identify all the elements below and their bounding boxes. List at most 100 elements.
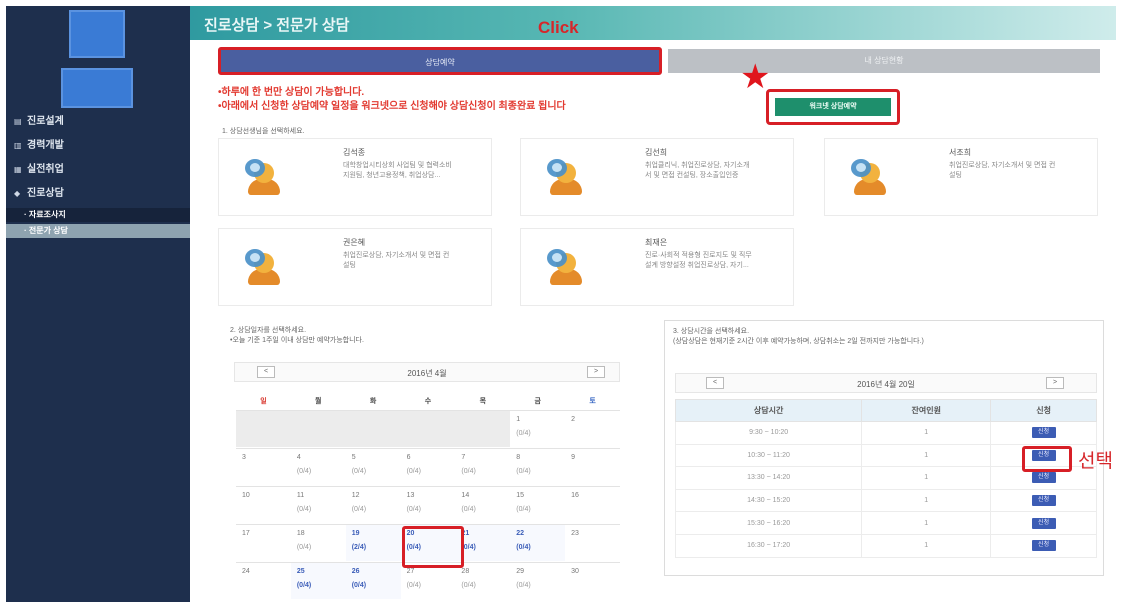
counselor-card[interactable]: 김석종 대학창업시티상회 사업팀 및 협력소비지원팀, 청년고용정책, 취업상담… [218,138,492,216]
day-number: 16 [571,492,579,499]
chart-icon: ▤ [14,117,22,126]
calendar-day-cell[interactable]: 30 [565,563,620,599]
calendar-month-title: 2016년 4월 [407,369,447,378]
day-number: 1 [516,416,521,423]
notice-once-per-day: •하루에 한 번만 상담이 가능합니다. [218,87,365,98]
calendar-day-cell[interactable]: 15 (0/4) [510,487,565,523]
calendar-day-cell[interactable]: 7 (0/4) [455,449,510,485]
counselor-card[interactable]: 권은혜 취업진로상담, 자기소개서 및 면접 컨설팅 [218,228,492,306]
monitor-logo-icon [61,10,133,108]
calendar-day-cell[interactable]: 11 (0/4) [291,487,346,523]
day-number: 29 [516,568,525,575]
day-number: 14 [461,492,470,499]
time-row: 15:30 ~ 16:20 1 신청 [674,511,1097,535]
day-slot-count: (0/4) [516,468,531,475]
counselor-name: 최재은 [645,238,668,247]
calendar-day-cell[interactable]: 8 (0/4) [510,449,565,485]
calendar-day-cell[interactable]: 6 (0/4) [401,449,456,485]
day-number: 19 [351,530,360,537]
sidebar-item-job-practice[interactable]: ▦ 실전취업 [6,158,190,182]
sidebar-item-career-development[interactable]: ▥ 경력개발 [6,134,190,158]
sidebar-item-career-design[interactable]: ▤ 진로설계 [6,110,190,134]
calendar-day-cell[interactable]: 23 [565,525,620,561]
calendar-day-cell[interactable]: 13 (0/4) [401,487,456,523]
apply-time-button[interactable]: 신청 [1031,472,1056,484]
weekday-label: 금 [534,398,541,405]
day-number: 25 [296,568,305,575]
day-number: 8 [516,454,521,461]
day-slot-count: (0/4) [296,506,312,513]
calendar-empty-cell [236,411,291,447]
calendar-day-cell[interactable]: 28 (0/4) [455,563,510,599]
col-header-apply: 신청 [990,399,1097,422]
step-time-title: 3. 상담시간을 선택하세요. [673,328,750,335]
tab-my-status[interactable]: 내 상담현황 [668,49,1100,73]
sidebar-item-career-counseling[interactable]: ◆ 진로상담 [6,182,190,206]
apply-time-button[interactable]: 신청 [1031,517,1056,529]
day-number: 11 [296,492,305,499]
day-slot-count: (0/4) [406,582,421,589]
apply-time-button[interactable]: 신청 [1031,427,1056,439]
counselor-desc: 대학창업시티상회 사업팀 및 협력소비지원팀, 청년고용정책, 취업상담... [343,162,452,179]
calendar-day-cell[interactable]: 24 [236,563,291,599]
calendar-day-cell[interactable]: 26 (0/4) [345,563,401,599]
counselor-desc: 취업진로상담, 자기소개서 및 면접 컨설팅 [343,252,450,269]
counselor-card[interactable]: 김선희 취업클리닉, 취업진로상담, 자기소개서 및 면접 컨설팅, 장소출입인… [520,138,794,216]
counselor-card[interactable]: 최재은 진로·사회적 적용형 진로지도 및 직무설계 방향설정 취업진로상담, … [520,228,794,306]
day-slot-count: (0/4) [406,506,421,513]
day-slot-count: (0/4) [296,544,312,551]
calendar-empty-cell [455,411,511,447]
calendar-empty-cell [400,411,456,447]
calendar-day-cell[interactable]: 14 (0/4) [455,487,510,523]
calendar-day-cell[interactable]: 2 [565,411,620,447]
calendar-day-cell[interactable]: 25 (0/4) [290,563,346,599]
time-next-button[interactable]: > [1046,377,1064,389]
day-number: 30 [571,568,579,575]
day-slot-count: (0/4) [351,468,367,475]
day-number: 15 [516,492,525,499]
step-date-title: 2. 상담일자를 선택하세요. [230,327,307,334]
sidebar: ▤ 진로설계 ▥ 경력개발 ▦ 실전취업 ◆ 진로상담 · 자료조사지 · 전문가 상담 [6,6,190,602]
calendar-day-cell[interactable]: 16 [565,487,620,523]
tab-reservation[interactable]: 상담예약 [218,47,662,75]
sidebar-subitem-survey[interactable]: · 자료조사지 [6,208,190,222]
sidebar-subitem-expert-counseling[interactable]: · 전문가 상담 [6,224,190,238]
calendar-week-row: 10 11 (0/4) 12 (0/4) 13 (0/4) 14 (0/4) 15 (0/4) 16 [236,486,620,522]
calendar-day-cell[interactable]: 5 (0/4) [346,449,401,485]
counselor-card[interactable]: 서조희 취업진로상담, 자기소개서 및 면접 컨설팅 [824,138,1098,216]
calendar-day-cell[interactable]: 10 [236,487,291,523]
calendar-day-cell[interactable]: 1 (0/4) [510,411,565,447]
calendar-next-button[interactable]: > [587,366,605,378]
calendar-day-cell[interactable]: 27 (0/4) [401,563,456,599]
calendar-day-cell[interactable]: 9 [565,449,620,485]
day-slot-count: (0/4) [516,506,531,513]
calendar-day-cell[interactable]: 18 (0/4) [291,525,346,561]
calendar-day-cell[interactable]: 12 (0/4) [346,487,401,523]
calendar-day-cell[interactable]: 29 (0/4) [510,563,565,599]
remaining-count: 1 [861,421,992,445]
apply-time-button[interactable]: 신청 [1031,495,1056,507]
remaining-count: 1 [861,511,992,535]
day-slot-count: (2/4) [351,544,367,551]
calendar-day-cell[interactable]: 4 (0/4) [291,449,346,485]
calendar-empty-cell [345,411,401,447]
col-header-time: 상담시간 [674,399,863,422]
calendar-day-cell[interactable]: 22 (0/4) [510,525,566,561]
calendar-day-cell[interactable]: 19 (2/4) [345,525,401,561]
counselor-avatar-icon [547,247,585,287]
sidebar-nav: ▤ 진로설계 ▥ 경력개발 ▦ 실전취업 ◆ 진로상담 · 자료조사지 · 전문가 상담 [6,110,190,238]
calendar-day-cell[interactable]: 3 [236,449,291,485]
remaining-count: 1 [861,488,992,513]
time-slot: 13:30 ~ 14:20 [674,466,863,490]
col-header-remaining: 잔여인원 [861,399,992,422]
day-number: 3 [242,454,246,461]
worknet-apply-button[interactable]: 워크넷 상담예약 [775,98,891,116]
day-slot-count: (0/4) [296,468,312,475]
apply-time-button[interactable]: 신청 [1031,540,1056,552]
counselor-name: 김석종 [343,148,366,157]
apply-cell: 신청 [990,421,1097,445]
day-slot-count: (0/4) [406,468,421,475]
calendar-day-cell[interactable]: 17 [236,525,291,561]
star-icon: ★ [740,58,771,96]
time-row: 9:30 ~ 10:20 1 신청 [674,421,1097,445]
